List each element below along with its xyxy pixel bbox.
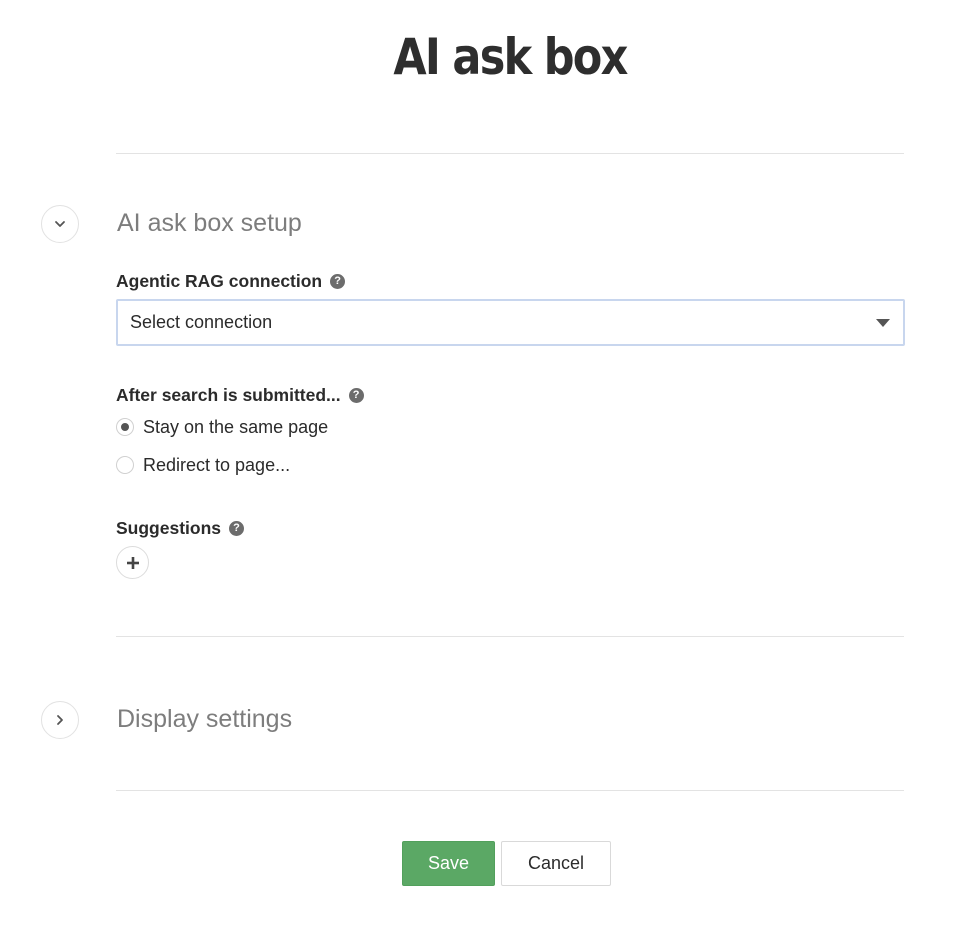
question-circle-icon[interactable]: ?: [330, 273, 346, 289]
plus-icon: [126, 556, 139, 569]
section-title-setup: AI ask box setup: [117, 209, 302, 237]
after-search-label: After search is submitted... ?: [116, 384, 364, 406]
footer-divider: [116, 790, 904, 791]
after-search-label-text: After search is submitted...: [116, 385, 341, 405]
radio-redirect-page[interactable]: Redirect to page...: [116, 454, 290, 476]
save-button[interactable]: Save: [402, 841, 495, 886]
header-divider: [116, 153, 904, 154]
connection-select-value: Select connection: [130, 312, 273, 332]
caret-down-icon: [876, 319, 890, 327]
suggestions-label-text: Suggestions: [116, 518, 222, 538]
section-title-display: Display settings: [117, 705, 293, 733]
question-circle-icon[interactable]: ?: [348, 387, 364, 403]
connection-label: Agentic RAG connection ?: [116, 270, 346, 292]
chevron-down-icon: [55, 221, 65, 227]
radio-stay-same-page[interactable]: Stay on the same page: [116, 416, 328, 438]
radio-button-unchecked[interactable]: [116, 456, 134, 474]
question-circle-icon[interactable]: ?: [229, 520, 245, 536]
chevron-right-icon: [57, 715, 63, 725]
connection-select[interactable]: Select connection: [116, 299, 905, 346]
radio-label-redirect: Redirect to page...: [143, 455, 291, 475]
page-title: AI ask box: [393, 28, 628, 86]
radio-button-checked[interactable]: [116, 418, 134, 436]
suggestions-label: Suggestions ?: [116, 517, 245, 539]
cancel-button[interactable]: Cancel: [501, 841, 611, 886]
add-suggestion-button[interactable]: [116, 546, 149, 579]
display-collapse-toggle[interactable]: [41, 701, 79, 739]
setup-collapse-toggle[interactable]: [41, 205, 79, 243]
section-divider: [116, 636, 904, 637]
connection-label-text: Agentic RAG connection: [116, 271, 323, 291]
radio-label-stay: Stay on the same page: [143, 417, 329, 437]
